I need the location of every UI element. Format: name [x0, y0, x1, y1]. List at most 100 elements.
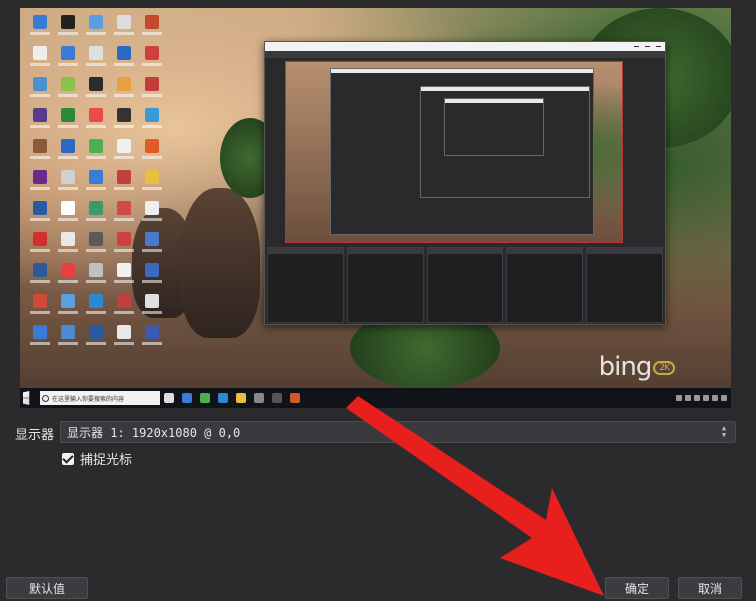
task-view-icon[interactable] — [164, 393, 174, 403]
desktop-icon[interactable] — [110, 291, 138, 322]
desktop-icon[interactable] — [54, 260, 82, 291]
desktop-icon[interactable] — [82, 74, 110, 105]
taskbar-search-box[interactable]: 在这里输入你要搜索的内容 — [40, 391, 160, 405]
desktop-icon[interactable] — [82, 167, 110, 198]
desktop-icon[interactable] — [26, 260, 54, 291]
desktop-icon[interactable] — [110, 260, 138, 291]
tray-icon[interactable] — [676, 395, 682, 401]
desktop-icon[interactable] — [82, 291, 110, 322]
bing-watermark: bing 2K — [599, 352, 675, 382]
tray-icon[interactable] — [721, 395, 727, 401]
desktop-icon[interactable] — [82, 322, 110, 353]
desktop-icon[interactable] — [54, 229, 82, 260]
desktop-icon[interactable] — [26, 105, 54, 136]
tray-icon[interactable] — [694, 395, 700, 401]
taskbar-app-icon[interactable] — [218, 393, 228, 403]
windows-start-icon[interactable] — [23, 391, 30, 405]
taskbar-app-icon[interactable] — [272, 393, 282, 403]
capture-cursor-label: 捕捉光标 — [80, 453, 133, 468]
taskbar-app-icon[interactable] — [236, 393, 246, 403]
desktop-icon[interactable] — [26, 229, 54, 260]
desktop-icon[interactable] — [26, 12, 54, 43]
windows-taskbar: 在这里输入你要搜索的内容 — [20, 388, 731, 408]
desktop-icon[interactable] — [26, 322, 54, 353]
sea-stack-rock — [180, 188, 260, 338]
tray-icon[interactable] — [703, 395, 709, 401]
capture-cursor-checkbox[interactable] — [62, 452, 74, 465]
desktop-icon[interactable] — [138, 229, 166, 260]
desktop-icon[interactable] — [110, 229, 138, 260]
display-label: 显示器 — [15, 428, 55, 443]
desktop-icon[interactable] — [54, 322, 82, 353]
desktop-icon[interactable] — [54, 74, 82, 105]
desktop-icon[interactable] — [26, 291, 54, 322]
desktop-icon[interactable] — [138, 74, 166, 105]
desktop-icon[interactable] — [26, 167, 54, 198]
obs-dock-scenes — [267, 247, 344, 323]
desktop-icon[interactable] — [54, 291, 82, 322]
system-tray — [676, 395, 727, 401]
desktop-icon[interactable] — [82, 229, 110, 260]
cancel-button[interactable]: 取消 — [678, 577, 742, 599]
desktop-icon[interactable] — [138, 322, 166, 353]
desktop-icon[interactable] — [110, 74, 138, 105]
taskbar-search-placeholder: 在这里输入你要搜索的内容 — [52, 395, 125, 403]
desktop-icon[interactable] — [26, 74, 54, 105]
desktop-icon[interactable] — [110, 136, 138, 167]
desktop-icon[interactable] — [54, 105, 82, 136]
display-select-value: 显示器 1: 1920x1080 @ 0,0 — [67, 425, 241, 440]
tray-icon[interactable] — [712, 395, 718, 401]
obs-dock-controls — [586, 247, 663, 323]
search-icon — [42, 394, 49, 402]
desktop-icon[interactable] — [82, 260, 110, 291]
obs-nested-preview — [285, 61, 623, 243]
desktop-icon[interactable] — [138, 291, 166, 322]
tray-icon[interactable] — [685, 395, 691, 401]
display-select[interactable]: 显示器 1: 1920x1080 @ 0,0 ▲ ▼ — [60, 421, 736, 443]
obs-titlebar — [265, 42, 665, 51]
desktop-icon[interactable] — [82, 43, 110, 74]
taskbar-app-icon[interactable] — [254, 393, 264, 403]
taskbar-app-icon[interactable] — [290, 393, 300, 403]
desktop-icon[interactable] — [82, 198, 110, 229]
capture-cursor-option[interactable]: 捕捉光标 — [62, 449, 132, 468]
chevron-updown-icon: ▲ ▼ — [721, 424, 727, 439]
desktop-icon[interactable] — [110, 167, 138, 198]
desktop-icon[interactable] — [110, 198, 138, 229]
obs-dock-mixer — [426, 247, 504, 323]
desktop-icon[interactable] — [54, 12, 82, 43]
desktop-icon[interactable] — [138, 12, 166, 43]
desktop-icon[interactable] — [54, 43, 82, 74]
obs-window-capture — [264, 41, 666, 325]
desktop-icon[interactable] — [110, 322, 138, 353]
desktop-icon[interactable] — [82, 136, 110, 167]
desktop-icon[interactable] — [54, 198, 82, 229]
desktop-icon[interactable] — [82, 105, 110, 136]
obs-menubar — [265, 51, 665, 58]
desktop-icon[interactable] — [110, 43, 138, 74]
obs-dock-sources — [346, 247, 424, 323]
source-properties-dialog: bing 2K 在这里输入你要搜索的内容 显示器 显示器 1: 1920x108… — [0, 0, 756, 601]
desktop-icon[interactable] — [138, 198, 166, 229]
desktop-icon[interactable] — [138, 167, 166, 198]
desktop-icon[interactable] — [54, 136, 82, 167]
desktop-icon[interactable] — [82, 12, 110, 43]
taskbar-app-icon[interactable] — [200, 393, 210, 403]
desktop-icon[interactable] — [54, 167, 82, 198]
desktop-icon[interactable] — [138, 43, 166, 74]
desktop-icon[interactable] — [26, 43, 54, 74]
obs-dock-transitions — [506, 247, 584, 323]
taskbar-app-icon[interactable] — [182, 393, 192, 403]
nested-obs-window — [444, 98, 544, 156]
desktop-icon[interactable] — [26, 136, 54, 167]
desktop-icon-grid — [26, 12, 166, 353]
desktop-icon[interactable] — [110, 12, 138, 43]
desktop-icon[interactable] — [110, 105, 138, 136]
desktop-icon[interactable] — [138, 260, 166, 291]
obs-docks — [265, 247, 665, 323]
defaults-button[interactable]: 默认值 — [6, 577, 88, 599]
desktop-icon[interactable] — [138, 105, 166, 136]
desktop-icon[interactable] — [26, 198, 54, 229]
ok-button[interactable]: 确定 — [605, 577, 669, 599]
desktop-icon[interactable] — [138, 136, 166, 167]
